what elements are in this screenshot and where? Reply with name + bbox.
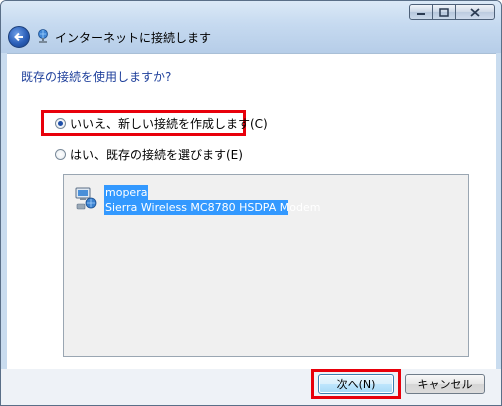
back-button[interactable]: [8, 26, 30, 48]
list-item-text: mopera Sierra Wireless MC8780 HSDPA Mode…: [104, 185, 321, 215]
maximize-icon: [439, 7, 449, 17]
dialup-connection-icon: [75, 187, 97, 210]
network-icon: [38, 29, 48, 43]
radio-button-checked[interactable]: [55, 118, 66, 129]
cancel-button[interactable]: キャンセル: [405, 374, 485, 394]
next-button[interactable]: 次へ(N): [318, 374, 394, 394]
window-title: インターネットに接続します: [55, 31, 212, 45]
title-bar: インターネットに接続します: [1, 1, 501, 53]
list-item[interactable]: mopera Sierra Wireless MC8780 HSDPA Mode…: [74, 185, 321, 215]
radio-option-new-connection[interactable]: いいえ、新しい接続を作成します(C): [55, 115, 268, 132]
connection-device: Sierra Wireless MC8780 HSDPA Modem: [104, 200, 321, 215]
caption-buttons: [409, 4, 495, 20]
close-button[interactable]: [455, 4, 495, 20]
radio-label-existing-connection: はい、既存の接続を選びます(E): [70, 148, 243, 162]
button-bar: 次へ(N) キャンセル: [1, 369, 501, 405]
maximize-button[interactable]: [432, 4, 456, 20]
minimize-icon: [417, 13, 425, 15]
question-text: 既存の接続を使用しますか?: [21, 70, 172, 84]
minimize-button[interactable]: [409, 4, 433, 20]
connection-name: mopera: [104, 185, 149, 200]
connection-list[interactable]: mopera Sierra Wireless MC8780 HSDPA Mode…: [63, 174, 469, 357]
radio-label-new-connection: いいえ、新しい接続を作成します(C): [70, 117, 268, 131]
close-icon: [470, 7, 480, 17]
radio-option-existing-connection[interactable]: はい、既存の接続を選びます(E): [55, 146, 243, 163]
dialog-window: インターネットに接続します 既存の接続を使用しますか? いいえ、新しい接続を作成…: [0, 0, 502, 406]
back-arrow-icon: [14, 32, 23, 42]
radio-button-unchecked[interactable]: [55, 149, 66, 160]
content-area: 既存の接続を使用しますか? いいえ、新しい接続を作成します(C) はい、既存の接…: [7, 53, 496, 369]
